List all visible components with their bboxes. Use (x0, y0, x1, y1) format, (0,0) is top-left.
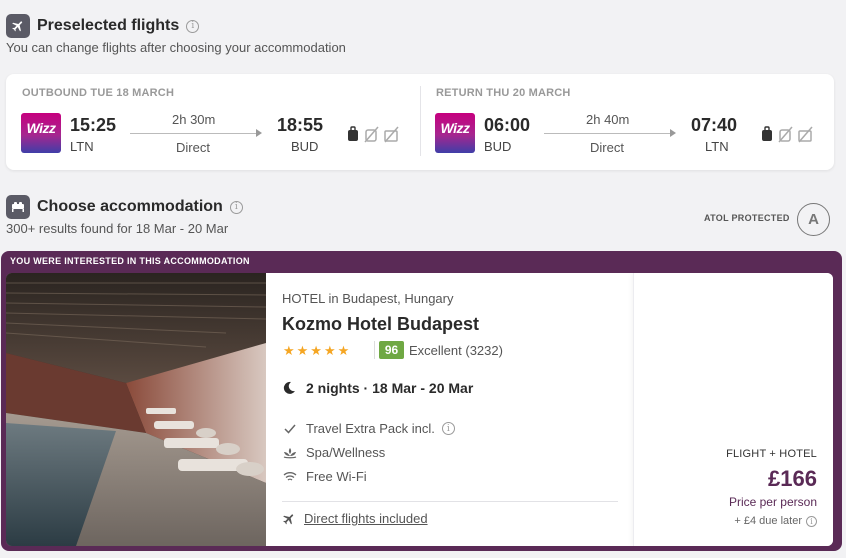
arrival-airport: BUD (291, 139, 319, 154)
no-hold-bag-icon (384, 126, 399, 143)
flight-duration: 2h 30m (172, 112, 216, 127)
star-rating: ★★★★★ (283, 343, 352, 358)
cabin-bag-icon (762, 126, 772, 141)
departure-time: 06:00 (484, 115, 531, 135)
info-icon[interactable]: i (229, 200, 243, 214)
outbound-leg[interactable]: OUTBOUND TUE 18 MARCH Wizz 15:25 LTN 2h … (6, 74, 420, 170)
atol-seal-icon: A (797, 203, 830, 236)
amenity-travel-pack: Travel Extra Pack incl. i (282, 421, 455, 436)
moon-icon (283, 381, 295, 394)
arrival-time: 07:40 (691, 115, 738, 135)
info-icon[interactable]: i (806, 515, 817, 527)
airline-logo: Wizz (435, 113, 475, 153)
amenity-label: Travel Extra Pack incl. (306, 421, 435, 436)
spa-icon (282, 447, 298, 459)
route-arrow-icon (256, 129, 262, 137)
check-icon (282, 424, 298, 434)
preselected-flights-subtitle: You can change flights after choosing yo… (6, 40, 346, 55)
info-icon[interactable]: i (441, 422, 455, 435)
no-checked-bag-icon (778, 126, 793, 143)
amenity-label: Spa/Wellness (306, 445, 386, 460)
no-checked-bag-icon (364, 126, 379, 143)
preselected-flights-header: Preselected flights i (6, 14, 200, 38)
hotel-type: HOTEL in Budapest, Hungary (282, 291, 454, 306)
divider (282, 501, 618, 502)
route-line (130, 133, 260, 134)
price-per-person: Price per person (728, 495, 817, 509)
amenity-wifi: Free Wi-Fi (282, 469, 367, 484)
amenity-spa: Spa/Wellness (282, 445, 385, 460)
preselected-flights-title: Preselected flights (37, 17, 180, 34)
direct-flights-link[interactable]: Direct flights included (304, 511, 428, 526)
wifi-icon (282, 471, 298, 482)
return-label: RETURN THU 20 MARCH (436, 87, 571, 99)
baggage-icons (761, 125, 813, 143)
departure-airport: LTN (70, 139, 94, 154)
route-arrow-icon (670, 129, 676, 137)
rating-divider (374, 341, 375, 359)
stay-details: 2 nights · 18 Mar - 20 Mar (282, 380, 473, 396)
arrival-airport: LTN (705, 139, 729, 154)
baggage-icons (347, 125, 399, 143)
info-icon[interactable]: i (186, 19, 200, 33)
hotel-name[interactable]: Kozmo Hotel Budapest (282, 314, 479, 335)
accommodation-title: Choose accommodation (37, 198, 223, 215)
airline-logo-text: Wizz (440, 120, 470, 136)
plane-icon (283, 513, 294, 524)
package-label: FLIGHT + HOTEL (726, 448, 817, 460)
direct-flights-row[interactable]: Direct flights included (282, 511, 428, 526)
atol-protected-label: ATOL PROTECTED (704, 213, 790, 223)
recommended-label: YOU WERE INTERESTED IN THIS ACCOMMODATIO… (10, 256, 250, 266)
bed-icon (6, 195, 30, 219)
hotel-card[interactable]: HOTEL in Budapest, Hungary Kozmo Hotel B… (6, 273, 833, 546)
flight-stops: Direct (176, 140, 210, 155)
departure-airport: BUD (484, 139, 512, 154)
due-later: + £4 due later i (734, 515, 817, 527)
results-count: 300+ results found for 18 Mar - 20 Mar (6, 221, 229, 236)
stay-text: 2 nights · 18 Mar - 20 Mar (306, 380, 474, 396)
outbound-label: OUTBOUND TUE 18 MARCH (22, 87, 175, 99)
airline-logo: Wizz (21, 113, 61, 153)
route-line (544, 133, 674, 134)
flight-stops: Direct (590, 140, 624, 155)
review-score-text[interactable]: Excellent (3232) (409, 343, 503, 358)
price-amount: £166 (768, 466, 817, 491)
cabin-bag-icon (348, 126, 358, 141)
return-leg[interactable]: RETURN THU 20 MARCH Wizz 06:00 BUD 2h 40… (420, 74, 834, 170)
departure-time: 15:25 (70, 115, 117, 135)
atol-seal-text: A (808, 211, 819, 228)
flights-card[interactable]: OUTBOUND TUE 18 MARCH Wizz 15:25 LTN 2h … (6, 74, 834, 170)
price-panel[interactable]: FLIGHT + HOTEL £166 Price per person + £… (633, 273, 833, 546)
review-score-badge: 96 (379, 341, 404, 359)
amenity-label: Free Wi-Fi (306, 469, 367, 484)
arrival-time: 18:55 (277, 115, 324, 135)
hotel-photo[interactable] (6, 273, 266, 546)
due-later-text: + £4 due later (734, 515, 802, 527)
no-hold-bag-icon (798, 126, 813, 143)
airline-logo-text: Wizz (26, 120, 56, 136)
accommodation-header: Choose accommodation i (6, 195, 243, 219)
flight-duration: 2h 40m (586, 112, 630, 127)
plane-icon (6, 14, 30, 38)
